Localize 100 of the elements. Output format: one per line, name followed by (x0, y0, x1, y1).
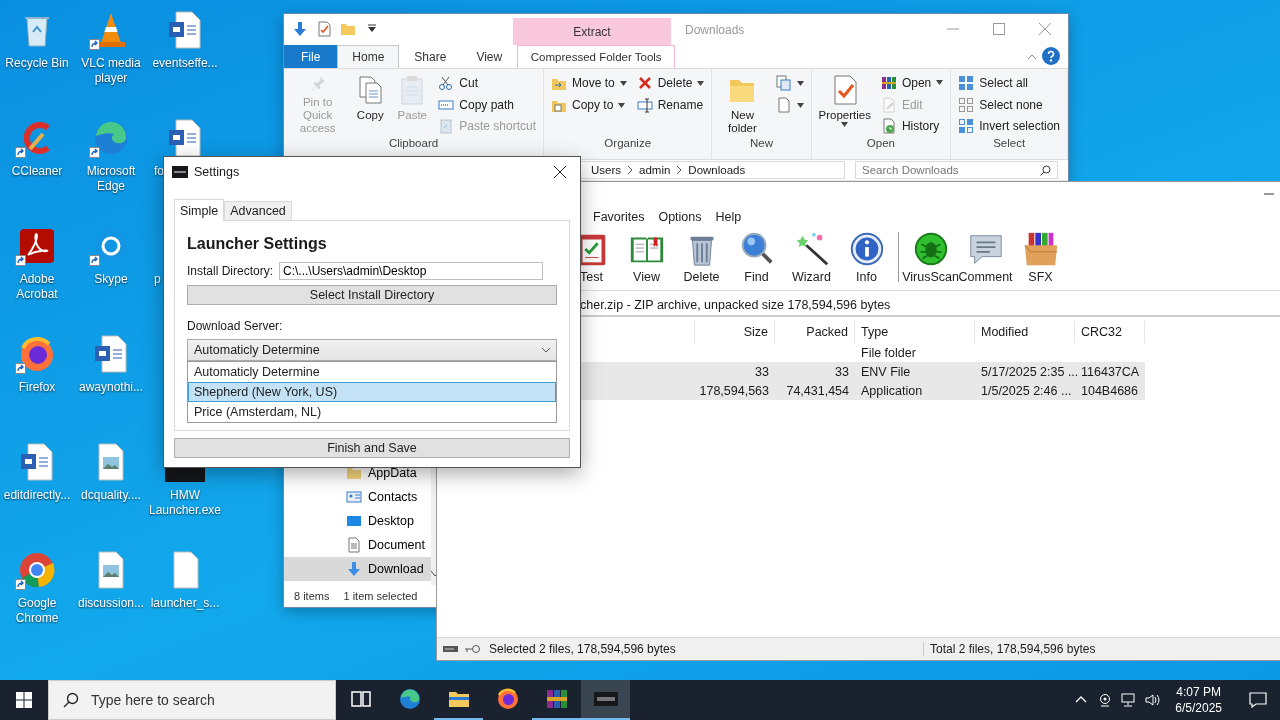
ribbon-group-label: Open (865, 137, 896, 151)
table-cell: 104B4686 (1081, 383, 1138, 398)
column-header[interactable]: Modified (981, 325, 1029, 339)
caret-icon (542, 347, 550, 353)
rename-field-icon (636, 97, 653, 113)
window-title: Downloads (685, 23, 745, 37)
archive-books-icon (544, 687, 569, 711)
maximize-icon[interactable] (993, 23, 1005, 35)
nav-item[interactable]: Document (284, 533, 431, 557)
help-icon[interactable] (1042, 47, 1060, 65)
windows-logo-icon[interactable] (16, 692, 32, 708)
cross-icon (636, 75, 653, 91)
search-icon (1040, 164, 1051, 176)
archive-path: cher.zip - ZIP archive, unpacked size 178,594,596 bytes (580, 298, 891, 312)
ribbon-tab[interactable]: File (284, 45, 338, 68)
table-cell: ENV File (861, 364, 911, 379)
finish-button[interactable]: Finish and Save (174, 438, 570, 458)
clock-time[interactable]: 4:07 PM (1176, 684, 1221, 700)
toolbar-button[interactable]: VirusScan (903, 228, 958, 284)
breadcrumb-item[interactable]: admin (639, 164, 671, 176)
key-icon (465, 644, 481, 654)
document-icon (346, 537, 362, 553)
ribbon-button[interactable]: Select all (955, 72, 1063, 94)
ribbon-button[interactable]: Copy to (548, 94, 630, 116)
tab[interactable]: Advanced (224, 201, 292, 220)
close-icon[interactable] (554, 166, 566, 178)
ribbon-tab[interactable]: Share (399, 45, 462, 68)
ribbon-button[interactable]: Rename (633, 94, 708, 116)
breadcrumb-item[interactable]: Users (591, 164, 622, 176)
ribbon-button[interactable]: History (877, 115, 947, 137)
select-directory-button[interactable]: Select Install Directory (187, 285, 557, 305)
table-cell: 74,431,454 (786, 383, 849, 398)
checked-page-icon[interactable] (316, 21, 332, 37)
menu-item[interactable]: Options (658, 210, 702, 224)
search-field[interactable]: Search Downloads (855, 161, 1058, 179)
toolbar-button[interactable]: Comment (958, 228, 1013, 284)
nav-item[interactable]: Contacts (284, 485, 431, 509)
search-field[interactable]: Type here to search (48, 680, 336, 720)
table-cell: 178,594,563 (699, 383, 769, 398)
desktop-icon (346, 513, 362, 529)
nav-item[interactable]: Download (284, 557, 431, 581)
page-icon (775, 97, 792, 113)
column-header[interactable]: Size (743, 325, 768, 339)
volume-icon[interactable] (1145, 692, 1162, 708)
column-header[interactable]: Packed (806, 325, 848, 339)
ribbon-button[interactable]: Cut (435, 72, 539, 94)
field-label: Download Server: (187, 319, 284, 333)
ribbon-button[interactable]: Select none (955, 93, 1063, 116)
network-icon[interactable] (1121, 692, 1138, 708)
ribbon-button[interactable]: Delete (633, 72, 708, 94)
edit-page-icon (880, 96, 897, 113)
scissors-icon (438, 74, 455, 91)
folder-icon (346, 465, 362, 481)
table-cell: Application (861, 383, 923, 398)
status-text: 8 items (294, 590, 330, 602)
server-dropdown[interactable]: Automaticly Determine (187, 339, 557, 361)
breadcrumb-item[interactable]: Downloads (688, 164, 746, 176)
ribbon-button[interactable]: Open (877, 72, 947, 94)
history-icon (880, 118, 897, 135)
acrobat-icon[interactable] (17, 226, 57, 266)
ribbon-button[interactable]: New folder (716, 72, 769, 137)
scroll-down-icon[interactable] (431, 571, 439, 577)
nav-item[interactable]: Desktop (284, 509, 431, 533)
notification-icon[interactable] (1249, 691, 1267, 709)
dropdown-option[interactable]: Price (Amsterdam, NL) (188, 402, 556, 422)
clock-date[interactable]: 6/5/2025 (1175, 700, 1222, 716)
table-cell: 5/17/2025 2:35 ... (981, 364, 1079, 379)
menu-item[interactable]: Favorites (593, 210, 645, 224)
search-icon (63, 692, 79, 708)
toolbar-button[interactable]: Find (729, 228, 784, 284)
ribbon-button[interactable]: Invert selection (955, 115, 1063, 137)
ribbon-button[interactable]: Copy (351, 72, 390, 137)
chevron-icon (676, 166, 683, 174)
toolbar-button[interactable]: SFX (1013, 228, 1068, 284)
toolbar-button[interactable]: Delete (674, 228, 729, 284)
taskbar-button[interactable] (581, 680, 630, 720)
edge-icon (397, 687, 422, 711)
ribbon-group-label: Select (992, 137, 1027, 151)
ribbon-button[interactable]: Copy path (435, 93, 539, 116)
chrome-icon[interactable] (17, 550, 57, 590)
toolbar-button[interactable]: Info (839, 228, 894, 284)
contacts-icon (346, 489, 362, 505)
contextual-tab-header: Extract (513, 18, 671, 45)
ribbon-button[interactable]: Properties (815, 72, 874, 137)
toolbar-button[interactable]: Wizard (784, 228, 839, 284)
column-header[interactable]: CRC32 (1081, 325, 1122, 339)
ribbon-tab[interactable]: View (461, 45, 518, 68)
dropdown-option[interactable]: Shepherd (New York, US) (188, 382, 556, 402)
download-arrow-icon[interactable] (292, 21, 308, 37)
ribbon-button[interactable]: Move to (548, 72, 630, 94)
ribbon-group-label: Clipboard (387, 137, 440, 151)
select-none-icon (958, 96, 975, 113)
toolbar-button[interactable]: View (619, 228, 674, 284)
ribbon-tab[interactable]: Home (337, 45, 400, 68)
menu-item[interactable]: Help (715, 210, 742, 224)
tab[interactable]: Simple (174, 199, 225, 221)
directory-field[interactable]: C:\...\Users\admin\Desktop (279, 262, 544, 280)
column-header[interactable]: Type (861, 325, 889, 339)
ribbon-group-label: New (748, 137, 774, 151)
dialog-title: Settings (194, 165, 240, 179)
